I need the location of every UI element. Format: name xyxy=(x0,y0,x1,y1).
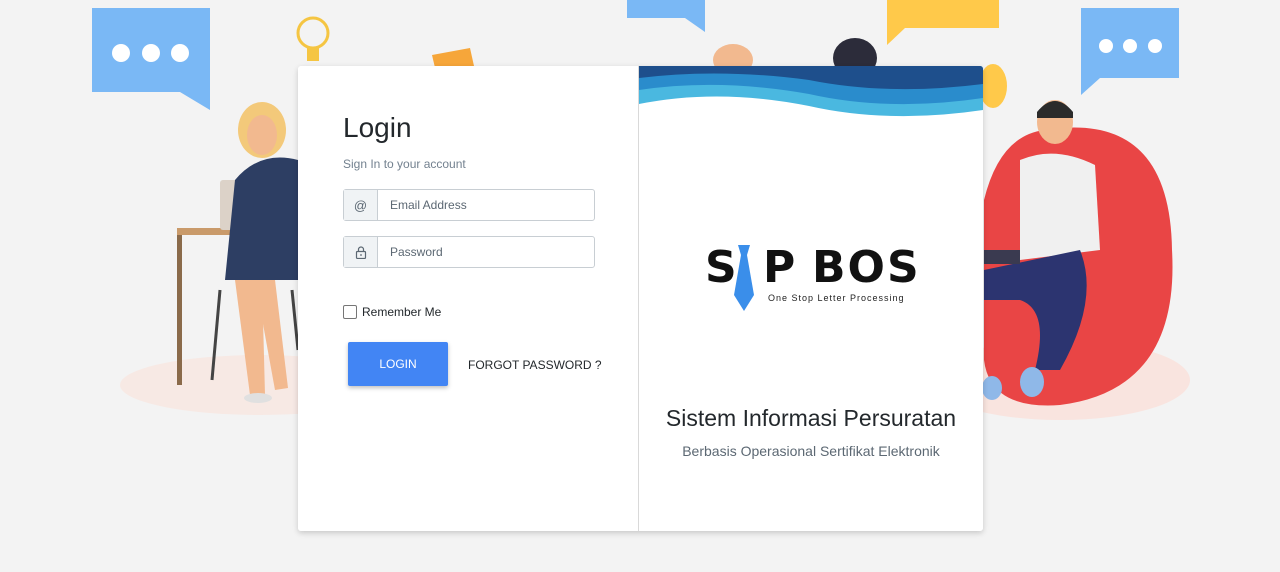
remember-me-label: Remember Me xyxy=(362,305,442,319)
login-subtitle: Sign In to your account xyxy=(343,157,466,171)
logo-tagline: One Stop Letter Processing xyxy=(768,293,905,303)
sip-bos-logo: S P BOS One Stop Letter Processing xyxy=(705,242,920,314)
login-card: Login Sign In to your account @ Remember… xyxy=(298,66,983,531)
password-input-group xyxy=(343,236,595,268)
login-panel: Login Sign In to your account @ Remember… xyxy=(298,66,639,531)
chat-bubble-icon xyxy=(1081,8,1179,95)
logo-word-bos: BOS xyxy=(812,242,921,293)
brand-panel: S P BOS One Stop Letter Processing Siste… xyxy=(639,66,983,531)
chat-bubble-icon xyxy=(92,8,210,110)
email-input[interactable] xyxy=(378,190,594,220)
necktie-icon xyxy=(734,245,754,311)
man-illustration xyxy=(982,100,1173,406)
email-input-group: @ xyxy=(343,189,595,221)
login-title: Login xyxy=(343,112,412,143)
lock-icon xyxy=(344,237,378,267)
brand-subtitle: Berbasis Operasional Sertifikat Elektron… xyxy=(682,443,940,459)
login-button[interactable]: LOGIN xyxy=(348,342,448,386)
password-input[interactable] xyxy=(378,237,594,267)
wave-header xyxy=(639,66,983,117)
logo-letter-p: P xyxy=(763,242,798,293)
remember-me[interactable]: Remember Me xyxy=(343,305,441,319)
at-sign-icon: @ xyxy=(344,190,378,220)
remember-me-checkbox[interactable] xyxy=(343,305,357,319)
forgot-password-link[interactable]: FORGOT PASSWORD ? xyxy=(468,358,602,372)
lightbulb-icon xyxy=(296,16,330,61)
brand-title: Sistem Informasi Persuratan xyxy=(665,405,957,431)
